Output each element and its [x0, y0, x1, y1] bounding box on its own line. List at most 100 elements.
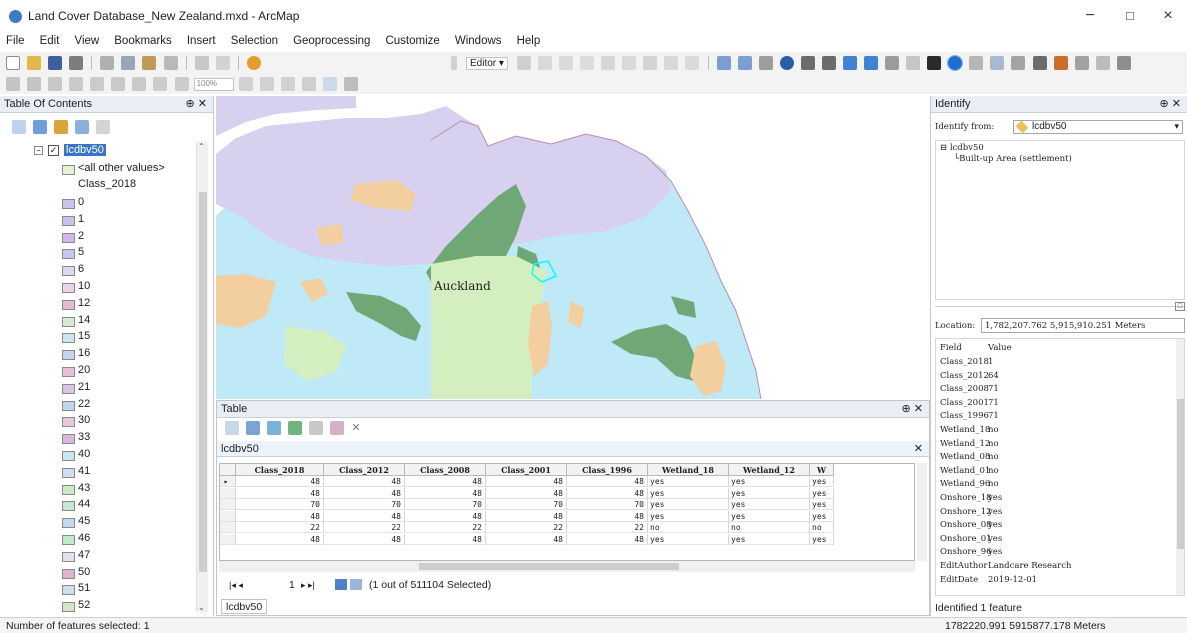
table-cell[interactable]: yes — [810, 533, 834, 545]
menu-selection[interactable]: Selection — [225, 32, 284, 47]
column-header[interactable]: Wetland_18 — [648, 464, 729, 476]
class-color-swatch[interactable] — [62, 383, 75, 394]
create-viewer-icon[interactable] — [1116, 56, 1131, 70]
sketch-icon[interactable] — [580, 56, 595, 70]
class-color-swatch[interactable] — [62, 501, 75, 512]
rotate-icon[interactable] — [622, 56, 637, 70]
table-cell[interactable]: yes — [810, 499, 834, 510]
next-last-record-icon[interactable]: ▸ ▸| — [301, 580, 315, 591]
table-cell[interactable]: 48 — [405, 510, 486, 522]
collapse-toggle-icon[interactable]: − — [34, 146, 43, 155]
class-color-swatch[interactable] — [62, 316, 75, 327]
close-button[interactable]: × — [1148, 4, 1187, 28]
identify-expand-icon[interactable]: □ — [1175, 302, 1185, 311]
table-tab-lcdbv50[interactable]: lcdbv50 — [221, 443, 259, 455]
table-cell[interactable]: no — [648, 522, 729, 533]
route-icon[interactable] — [1053, 56, 1068, 70]
redo-icon[interactable] — [215, 56, 230, 70]
fixed-zoom-in-icon[interactable] — [800, 56, 815, 70]
row-selector[interactable] — [220, 487, 236, 499]
table-cell[interactable]: 48 — [486, 510, 567, 522]
table-cell[interactable]: yes — [648, 533, 729, 545]
add-data-icon[interactable] — [246, 56, 261, 70]
table-cell[interactable]: 48 — [405, 476, 486, 487]
column-header[interactable]: Class_2001 — [486, 464, 567, 476]
html-popup-icon[interactable] — [990, 56, 1005, 70]
menu-help[interactable]: Help — [511, 32, 547, 47]
layout-fixed-zoom-in-icon[interactable] — [111, 77, 126, 91]
grid-horizontal-scrollbar[interactable] — [219, 561, 915, 572]
table-cell[interactable]: yes — [729, 499, 810, 510]
copy-icon[interactable] — [121, 56, 136, 70]
data-driven-pages-icon[interactable] — [301, 77, 316, 91]
attribute-grid[interactable]: Class_2018 Class_2012 Class_2008 Class_2001… — [219, 463, 915, 561]
table-cell[interactable]: 70 — [486, 499, 567, 510]
layout-zoom-in-icon[interactable] — [6, 77, 20, 91]
table-cell[interactable]: 48 — [486, 487, 567, 499]
zoom-100-icon[interactable] — [90, 77, 105, 91]
table-cell[interactable]: yes — [648, 499, 729, 510]
select-elements-icon[interactable] — [927, 56, 942, 70]
delete-icon[interactable] — [163, 56, 178, 70]
show-all-records-icon[interactable] — [335, 579, 347, 590]
class-color-swatch[interactable] — [62, 367, 75, 377]
class-color-swatch[interactable] — [62, 417, 75, 428]
scroll-down-icon[interactable]: ⌄ — [198, 603, 205, 612]
column-header[interactable]: Class_2012 — [324, 464, 405, 476]
editor-menu-button[interactable]: Editor ▾ — [466, 56, 508, 70]
table-cell[interactable]: 48 — [405, 533, 486, 545]
location-value-box[interactable]: 1,782,207.762 5,915,910.251 Meters — [981, 318, 1185, 333]
select-features-icon[interactable] — [885, 56, 900, 70]
layout-zoom-out-icon[interactable] — [27, 77, 42, 91]
edit-annotation-icon[interactable] — [538, 56, 553, 70]
table-cell[interactable]: 48 — [567, 533, 648, 545]
layout-fixed-zoom-out-icon[interactable] — [132, 77, 147, 91]
table-cell[interactable]: yes — [810, 487, 834, 499]
column-header[interactable]: Class_2008 — [405, 464, 486, 476]
table-cell[interactable]: yes — [810, 476, 834, 487]
table-cell[interactable]: 70 — [567, 499, 648, 510]
save-icon[interactable] — [48, 56, 63, 70]
table-cell[interactable]: 70 — [405, 499, 486, 510]
toc-scroll-thumb[interactable] — [199, 192, 207, 572]
class-color-swatch[interactable] — [62, 299, 75, 310]
class-color-swatch[interactable] — [62, 350, 75, 361]
graphics-arrange-icon[interactable] — [343, 77, 358, 91]
table-close-x-icon[interactable]: ✕ — [351, 422, 360, 434]
layer-name-lcdbv50[interactable]: lcdbv50 — [64, 144, 106, 156]
identify-pin-close-icon[interactable]: ⊕ ✕ — [1160, 97, 1182, 110]
delete-selected-icon[interactable] — [330, 421, 345, 436]
forward-extent-icon[interactable] — [864, 56, 879, 70]
table-cell[interactable]: 70 — [236, 499, 324, 510]
table-cell[interactable]: 48 — [324, 487, 405, 499]
table-cell[interactable]: yes — [810, 510, 834, 522]
table-cell[interactable]: 22 — [405, 522, 486, 533]
zoom-percent-combo[interactable]: 100% — [193, 77, 234, 91]
time-slider-icon[interactable] — [1095, 56, 1110, 70]
class-color-swatch[interactable] — [62, 568, 75, 579]
table-cell[interactable]: 22 — [324, 522, 405, 533]
maximize-button[interactable]: □ — [1110, 4, 1150, 28]
toggle-draft-mode-icon[interactable] — [238, 77, 253, 91]
table-cell[interactable]: yes — [648, 510, 729, 522]
class-color-swatch[interactable] — [62, 215, 75, 226]
table-options-icon[interactable] — [225, 421, 239, 436]
class-color-swatch[interactable] — [62, 434, 75, 445]
menu-windows[interactable]: Windows — [449, 32, 508, 47]
menu-insert[interactable]: Insert — [181, 32, 222, 47]
measure-icon[interactable] — [1011, 56, 1026, 70]
identify-from-dropdown[interactable]: lcdbv50 ▾ — [1013, 120, 1183, 134]
tree-feature-node[interactable]: └Built-up Area (settlement) — [954, 154, 1072, 164]
table-cell[interactable]: 48 — [486, 476, 567, 487]
identify-results-tree[interactable]: ⊟ lcdbv50 └Built-up Area (settlement) — [935, 140, 1185, 300]
row-selector[interactable] — [220, 533, 236, 545]
table-cell[interactable]: 48 — [405, 487, 486, 499]
row-selector[interactable]: ▸ — [220, 476, 236, 487]
column-header[interactable]: W — [810, 464, 834, 476]
toc-scrollbar[interactable]: ⌃ ⌄ — [196, 142, 208, 612]
menu-edit[interactable]: Edit — [34, 32, 66, 47]
table-cell[interactable]: 48 — [324, 510, 405, 522]
class-color-swatch[interactable] — [62, 199, 75, 209]
table-cell[interactable]: 48 — [486, 533, 567, 545]
layout-forward-icon[interactable] — [174, 77, 189, 91]
